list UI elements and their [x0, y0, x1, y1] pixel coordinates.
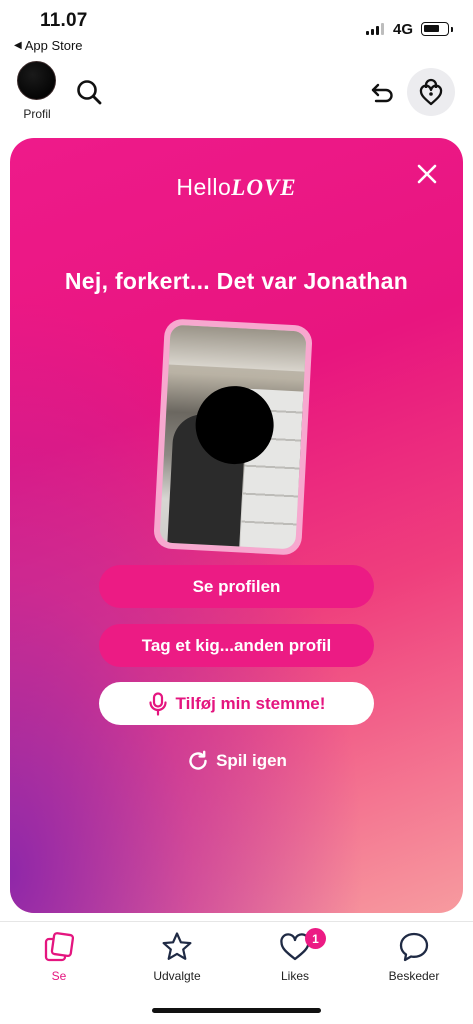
- tab-beskeder-label: Beskeder: [388, 969, 440, 983]
- back-to-app-store-button[interactable]: ◀ App Store: [14, 38, 83, 53]
- tab-se[interactable]: Se: [14, 930, 104, 983]
- result-card: HelloLOVE Nej, forkert... Det var Jonath…: [10, 138, 463, 913]
- add-voice-button[interactable]: Tilføj min stemme!: [99, 682, 374, 725]
- add-voice-label: Tilføj min stemme!: [175, 693, 326, 713]
- microphone-icon: [148, 691, 167, 716]
- avatar[interactable]: [17, 61, 56, 100]
- clock: 11.07: [40, 10, 88, 31]
- cards-icon: [44, 932, 75, 962]
- status-bar: 11.07 ◀ App Store 4G: [0, 0, 473, 58]
- star-icon: [162, 932, 192, 960]
- heart-lock-button[interactable]: [407, 68, 455, 116]
- replay-label: Spil igen: [216, 751, 287, 770]
- back-app-label: App Store: [24, 38, 83, 53]
- tab-se-label: Se: [51, 969, 67, 983]
- tab-likes-label: Likes: [280, 969, 309, 983]
- replay-icon: [189, 750, 207, 770]
- bottom-tab-bar: Se Udvalgte 1 Likes Beskeder: [0, 921, 473, 991]
- see-profile-button[interactable]: Se profilen: [99, 565, 374, 608]
- tab-beskeder[interactable]: Beskeder: [369, 930, 459, 983]
- back-triangle-icon: ◀: [14, 40, 22, 51]
- heart-lock-icon: [419, 78, 443, 106]
- network-type: 4G: [393, 21, 414, 38]
- battery-icon: [421, 22, 453, 36]
- chat-bubble-icon: [399, 932, 429, 962]
- tab-udvalgte[interactable]: Udvalgte: [132, 930, 222, 983]
- undo-icon[interactable]: [370, 80, 396, 106]
- hello-love-logo: HelloLOVE: [176, 174, 297, 200]
- result-headline: Nej, forkert... Det var Jonathan: [64, 268, 409, 294]
- other-profile-button[interactable]: Tag et kig...anden profil: [99, 624, 374, 667]
- profile-photo: [159, 324, 307, 550]
- home-indicator[interactable]: [152, 1008, 321, 1013]
- replay-button[interactable]: Spil igen: [10, 749, 463, 773]
- profile-label[interactable]: Profil: [13, 107, 61, 121]
- likes-count-badge: 1: [305, 928, 326, 949]
- tab-udvalgte-label: Udvalgte: [153, 969, 201, 983]
- search-icon[interactable]: [75, 78, 103, 106]
- profile-photo-frame: [153, 318, 313, 556]
- signal-bars-icon: [366, 23, 384, 35]
- tab-likes[interactable]: 1 Likes: [250, 928, 340, 983]
